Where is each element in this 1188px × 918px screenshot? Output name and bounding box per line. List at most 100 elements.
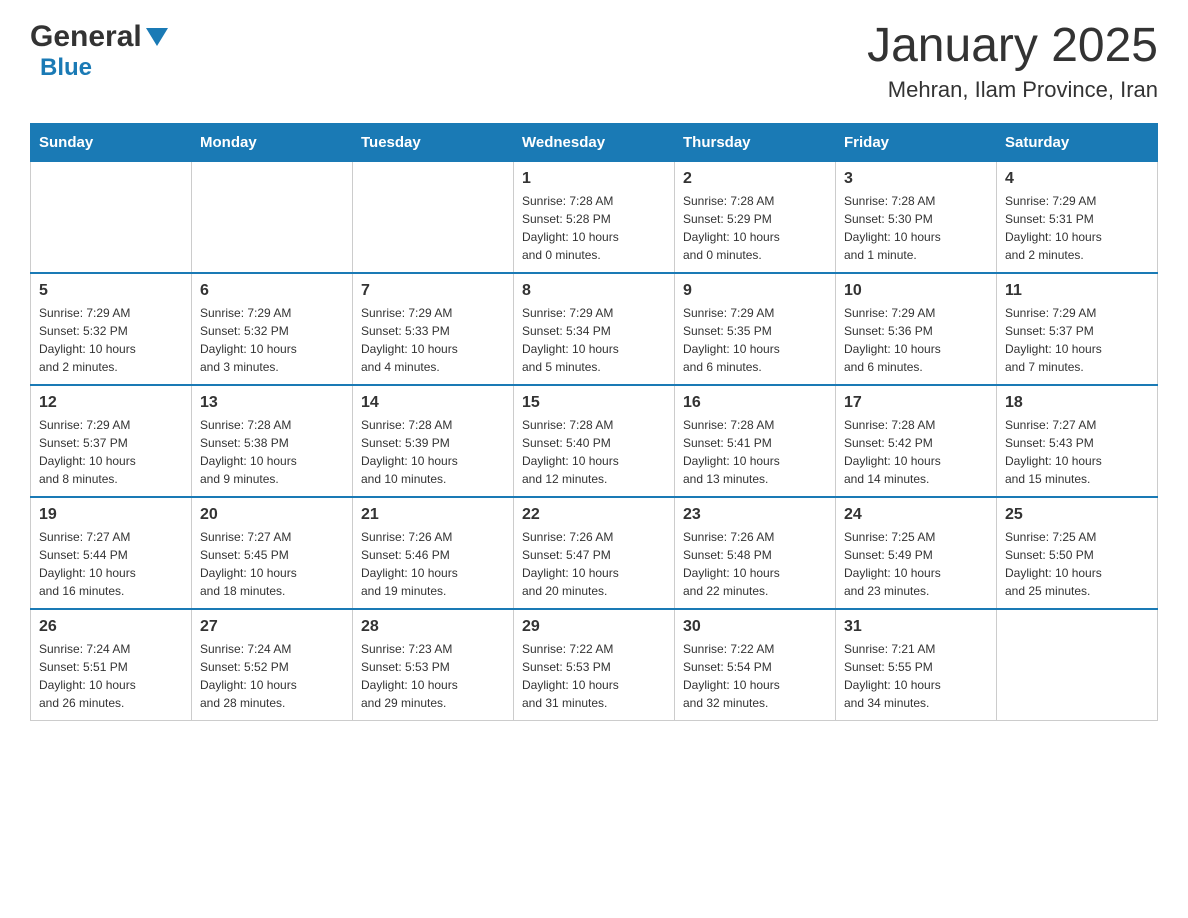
calendar-cell: 30Sunrise: 7:22 AMSunset: 5:54 PMDayligh… bbox=[675, 609, 836, 721]
day-number: 13 bbox=[200, 394, 344, 412]
day-info: Sunrise: 7:28 AMSunset: 5:29 PMDaylight:… bbox=[683, 192, 827, 264]
calendar-title: January 2025 bbox=[867, 20, 1158, 73]
day-number: 9 bbox=[683, 282, 827, 300]
day-info: Sunrise: 7:21 AMSunset: 5:55 PMDaylight:… bbox=[844, 640, 988, 712]
day-number: 26 bbox=[39, 618, 183, 636]
calendar-body: 1 Sunrise: 7:28 AMSunset: 5:28 PMDaylight… bbox=[31, 161, 1158, 720]
column-header-tuesday: Tuesday bbox=[353, 123, 514, 161]
day-info: Sunrise: 7:22 AMSunset: 5:53 PMDaylight:… bbox=[522, 640, 666, 712]
title-block: January 2025 Mehran, Ilam Province, Iran bbox=[867, 20, 1158, 103]
day-info: Sunrise: 7:28 AMSunset: 5:39 PMDaylight:… bbox=[361, 416, 505, 488]
calendar-cell: 3Sunrise: 7:28 AMSunset: 5:30 PMDaylight… bbox=[836, 161, 997, 273]
calendar-cell: 28Sunrise: 7:23 AMSunset: 5:53 PMDayligh… bbox=[353, 609, 514, 721]
calendar-cell: 13 Sunrise: 7:28 AMSunset: 5:38 PMDayligh… bbox=[192, 385, 353, 497]
column-header-wednesday: Wednesday bbox=[514, 123, 675, 161]
logo: General Blue bbox=[30, 20, 168, 82]
day-info: Sunrise: 7:27 AMSunset: 5:44 PMDaylight:… bbox=[39, 528, 183, 600]
day-info: Sunrise: 7:27 AMSunset: 5:43 PMDaylight:… bbox=[1005, 416, 1149, 488]
calendar-cell: 6 Sunrise: 7:29 AMSunset: 5:32 PMDaylight… bbox=[192, 273, 353, 385]
calendar-cell: 5 Sunrise: 7:29 AMSunset: 5:32 PMDaylight… bbox=[31, 273, 192, 385]
calendar-cell: 7 Sunrise: 7:29 AMSunset: 5:33 PMDaylight… bbox=[353, 273, 514, 385]
calendar-cell bbox=[353, 161, 514, 273]
calendar-cell: 20 Sunrise: 7:27 AMSunset: 5:45 PMDayligh… bbox=[192, 497, 353, 609]
day-number: 22 bbox=[522, 506, 666, 524]
day-info: Sunrise: 7:29 AMSunset: 5:37 PMDaylight:… bbox=[1005, 304, 1149, 376]
day-info: Sunrise: 7:28 AMSunset: 5:28 PMDaylight:… bbox=[522, 192, 666, 264]
calendar-cell: 14 Sunrise: 7:28 AMSunset: 5:39 PMDayligh… bbox=[353, 385, 514, 497]
day-number: 25 bbox=[1005, 506, 1149, 524]
calendar-cell: 2 Sunrise: 7:28 AMSunset: 5:29 PMDaylight… bbox=[675, 161, 836, 273]
column-header-monday: Monday bbox=[192, 123, 353, 161]
day-info: Sunrise: 7:29 AMSunset: 5:33 PMDaylight:… bbox=[361, 304, 505, 376]
calendar-cell: 26 Sunrise: 7:24 AMSunset: 5:51 PMDayligh… bbox=[31, 609, 192, 721]
day-number: 7 bbox=[361, 282, 505, 300]
calendar-table: SundayMondayTuesdayWednesdayThursdayFrid… bbox=[30, 123, 1158, 721]
day-info: Sunrise: 7:28 AMSunset: 5:30 PMDaylight:… bbox=[844, 192, 988, 264]
logo-triangle-icon bbox=[146, 28, 168, 51]
calendar-cell: 10 Sunrise: 7:29 AMSunset: 5:36 PMDayligh… bbox=[836, 273, 997, 385]
calendar-subtitle: Mehran, Ilam Province, Iran bbox=[867, 77, 1158, 103]
day-number: 6 bbox=[200, 282, 344, 300]
day-info: Sunrise: 7:28 AMSunset: 5:40 PMDaylight:… bbox=[522, 416, 666, 488]
week-row-4: 19 Sunrise: 7:27 AMSunset: 5:44 PMDayligh… bbox=[31, 497, 1158, 609]
calendar-cell: 16 Sunrise: 7:28 AMSunset: 5:41 PMDayligh… bbox=[675, 385, 836, 497]
day-number: 10 bbox=[844, 282, 988, 300]
day-number: 23 bbox=[683, 506, 827, 524]
calendar-cell: 1 Sunrise: 7:28 AMSunset: 5:28 PMDaylight… bbox=[514, 161, 675, 273]
calendar-cell: 23 Sunrise: 7:26 AMSunset: 5:48 PMDayligh… bbox=[675, 497, 836, 609]
calendar-cell: 12Sunrise: 7:29 AMSunset: 5:37 PMDayligh… bbox=[31, 385, 192, 497]
day-info: Sunrise: 7:28 AMSunset: 5:41 PMDaylight:… bbox=[683, 416, 827, 488]
day-number: 19 bbox=[39, 506, 183, 524]
day-info: Sunrise: 7:24 AMSunset: 5:51 PMDaylight:… bbox=[39, 640, 183, 712]
day-info: Sunrise: 7:25 AMSunset: 5:50 PMDaylight:… bbox=[1005, 528, 1149, 600]
day-number: 20 bbox=[200, 506, 344, 524]
day-info: Sunrise: 7:28 AMSunset: 5:38 PMDaylight:… bbox=[200, 416, 344, 488]
day-number: 14 bbox=[361, 394, 505, 412]
logo-general-text: General bbox=[30, 20, 142, 54]
column-header-sunday: Sunday bbox=[31, 123, 192, 161]
day-info: Sunrise: 7:29 AMSunset: 5:31 PMDaylight:… bbox=[1005, 192, 1149, 264]
calendar-cell: 11Sunrise: 7:29 AMSunset: 5:37 PMDayligh… bbox=[997, 273, 1158, 385]
day-number: 18 bbox=[1005, 394, 1149, 412]
day-number: 1 bbox=[522, 170, 666, 188]
calendar-cell: 29 Sunrise: 7:22 AMSunset: 5:53 PMDayligh… bbox=[514, 609, 675, 721]
column-header-thursday: Thursday bbox=[675, 123, 836, 161]
day-number: 21 bbox=[361, 506, 505, 524]
calendar-cell: 22 Sunrise: 7:26 AMSunset: 5:47 PMDayligh… bbox=[514, 497, 675, 609]
day-info: Sunrise: 7:26 AMSunset: 5:48 PMDaylight:… bbox=[683, 528, 827, 600]
logo-blue-text: Blue bbox=[40, 54, 92, 81]
calendar-cell: 25 Sunrise: 7:25 AMSunset: 5:50 PMDayligh… bbox=[997, 497, 1158, 609]
day-number: 31 bbox=[844, 618, 988, 636]
calendar-cell: 24Sunrise: 7:25 AMSunset: 5:49 PMDayligh… bbox=[836, 497, 997, 609]
day-info: Sunrise: 7:23 AMSunset: 5:53 PMDaylight:… bbox=[361, 640, 505, 712]
day-info: Sunrise: 7:26 AMSunset: 5:46 PMDaylight:… bbox=[361, 528, 505, 600]
column-header-friday: Friday bbox=[836, 123, 997, 161]
calendar-cell: 19 Sunrise: 7:27 AMSunset: 5:44 PMDayligh… bbox=[31, 497, 192, 609]
week-row-2: 5 Sunrise: 7:29 AMSunset: 5:32 PMDaylight… bbox=[31, 273, 1158, 385]
calendar-cell bbox=[192, 161, 353, 273]
day-info: Sunrise: 7:27 AMSunset: 5:45 PMDaylight:… bbox=[200, 528, 344, 600]
day-info: Sunrise: 7:29 AMSunset: 5:35 PMDaylight:… bbox=[683, 304, 827, 376]
day-number: 29 bbox=[522, 618, 666, 636]
day-info: Sunrise: 7:29 AMSunset: 5:36 PMDaylight:… bbox=[844, 304, 988, 376]
day-number: 16 bbox=[683, 394, 827, 412]
calendar-cell: 15Sunrise: 7:28 AMSunset: 5:40 PMDayligh… bbox=[514, 385, 675, 497]
header-row: SundayMondayTuesdayWednesdayThursdayFrid… bbox=[31, 123, 1158, 161]
calendar-cell bbox=[31, 161, 192, 273]
day-number: 2 bbox=[683, 170, 827, 188]
calendar-cell: 18 Sunrise: 7:27 AMSunset: 5:43 PMDayligh… bbox=[997, 385, 1158, 497]
calendar-cell: 21 Sunrise: 7:26 AMSunset: 5:46 PMDayligh… bbox=[353, 497, 514, 609]
week-row-1: 1 Sunrise: 7:28 AMSunset: 5:28 PMDaylight… bbox=[31, 161, 1158, 273]
calendar-cell: 27Sunrise: 7:24 AMSunset: 5:52 PMDayligh… bbox=[192, 609, 353, 721]
day-number: 12 bbox=[39, 394, 183, 412]
day-info: Sunrise: 7:24 AMSunset: 5:52 PMDaylight:… bbox=[200, 640, 344, 712]
page-header: General Blue January 2025 Mehran, Ilam P… bbox=[30, 20, 1158, 103]
day-number: 5 bbox=[39, 282, 183, 300]
calendar-cell: 31 Sunrise: 7:21 AMSunset: 5:55 PMDayligh… bbox=[836, 609, 997, 721]
day-info: Sunrise: 7:29 AMSunset: 5:32 PMDaylight:… bbox=[39, 304, 183, 376]
day-info: Sunrise: 7:26 AMSunset: 5:47 PMDaylight:… bbox=[522, 528, 666, 600]
calendar-cell: 17Sunrise: 7:28 AMSunset: 5:42 PMDayligh… bbox=[836, 385, 997, 497]
day-info: Sunrise: 7:28 AMSunset: 5:42 PMDaylight:… bbox=[844, 416, 988, 488]
day-info: Sunrise: 7:29 AMSunset: 5:32 PMDaylight:… bbox=[200, 304, 344, 376]
column-header-saturday: Saturday bbox=[997, 123, 1158, 161]
